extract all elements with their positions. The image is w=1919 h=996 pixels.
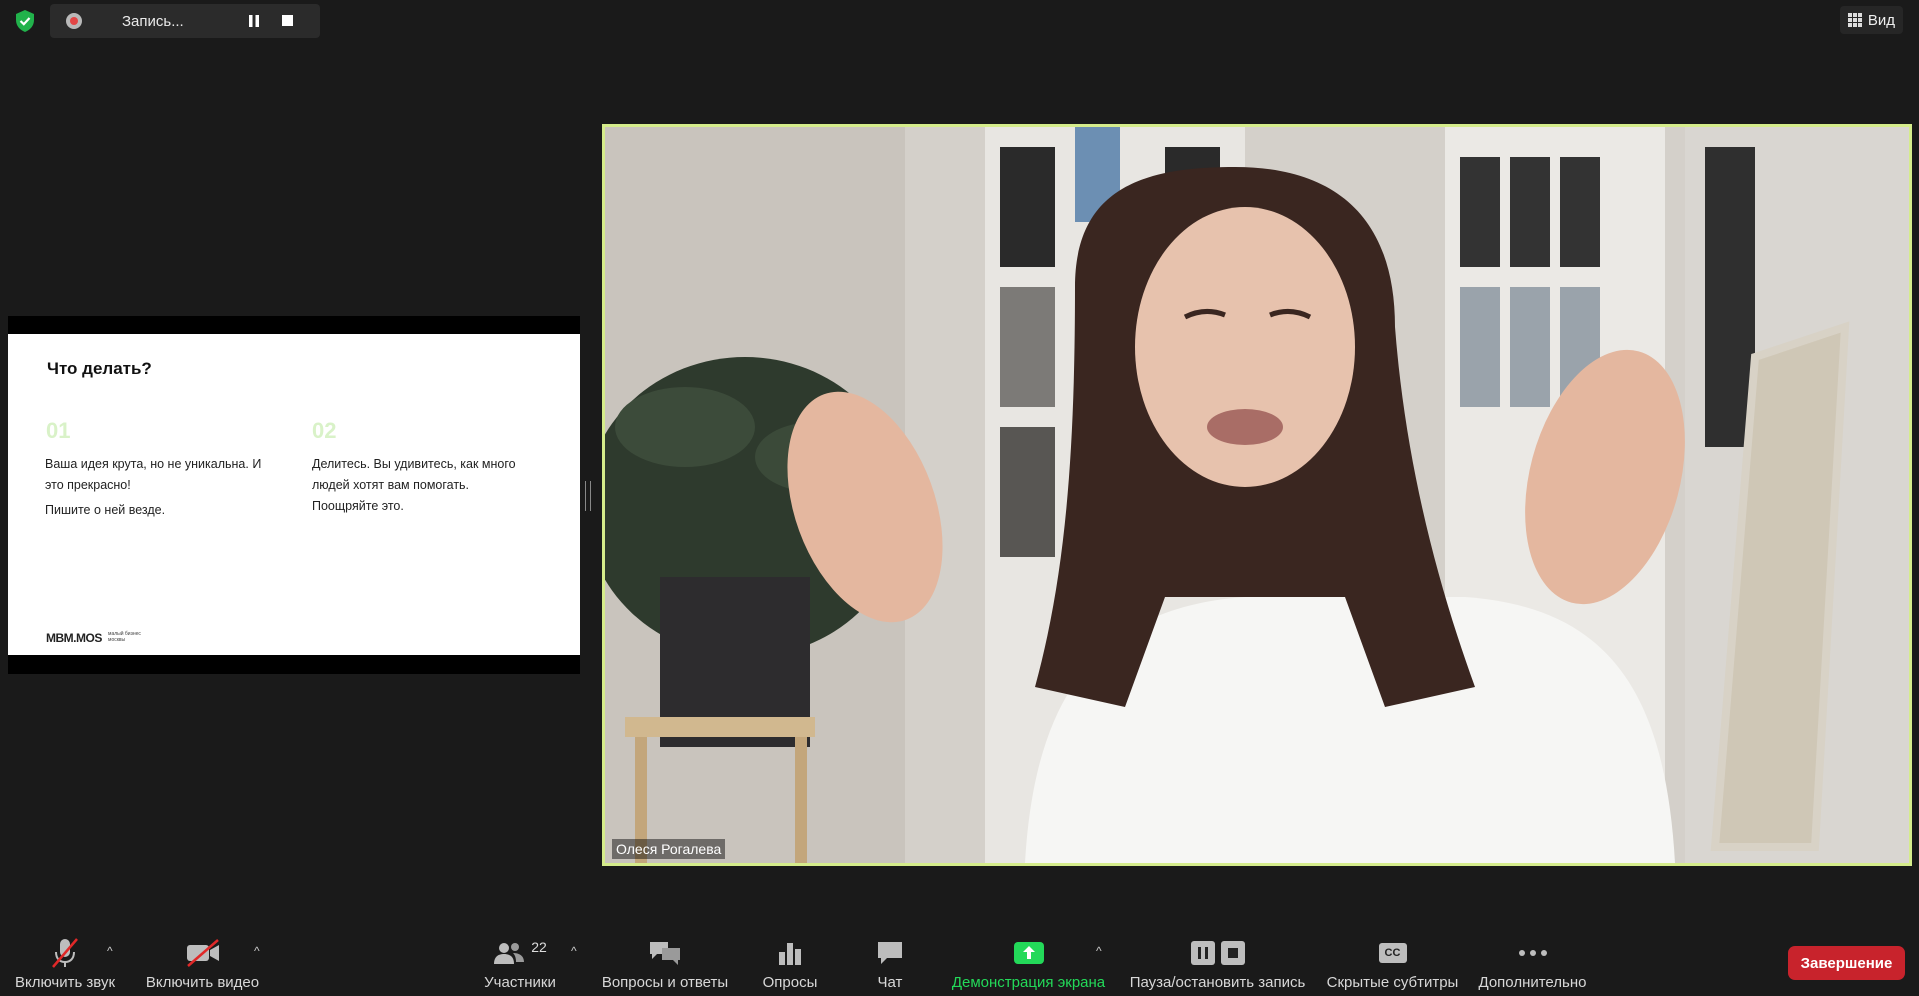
pause-stop-recording-label: Пауза/остановить запись [1129, 974, 1306, 991]
slide-col2-line1: Делитесь. Вы удивитесь, как много [312, 457, 516, 471]
share-screen-icon [1013, 936, 1045, 970]
captions-icon-box: CC [1378, 943, 1407, 963]
pause-icon [1190, 941, 1215, 965]
participants-icon-row: 22 [493, 936, 547, 970]
closed-captions-label: Скрытые субтитры [1326, 974, 1459, 991]
more-icon [1518, 936, 1548, 970]
participants-options-caret[interactable]: ^ [571, 944, 577, 958]
pause-stop-recording-button[interactable]: Пауза/остановить запись [1125, 936, 1310, 991]
stop-recording-button[interactable] [276, 9, 300, 33]
polls-label: Опросы [762, 974, 818, 991]
slide-col1-line2: это прекрасно! [45, 478, 131, 492]
grid-icon [1847, 13, 1862, 27]
speaker-video-frame [605, 127, 1909, 863]
participants-count: 22 [531, 939, 547, 955]
qa-icon [648, 936, 682, 970]
recording-indicator: Запись... [50, 4, 320, 38]
recording-label: Запись... [122, 12, 184, 30]
participants-label: Участники [484, 974, 556, 991]
slide-title: Что делать? [47, 359, 152, 378]
participants-button[interactable]: 22 Участники [470, 936, 570, 991]
security-shield-icon[interactable] [12, 8, 38, 34]
slide-col1-line3: Пишите о ней везде. [45, 503, 166, 517]
recording-controls-icon [1190, 936, 1245, 970]
slide-brand-logo: MBM.MOS [46, 631, 102, 645]
share-screen-label: Демонстрация экрана [951, 974, 1106, 991]
slide-brand-sub-line2: москвы [108, 637, 126, 643]
unmute-label: Включить звук [14, 974, 116, 991]
chat-button[interactable]: Чат [860, 936, 920, 991]
polls-button[interactable]: Опросы [750, 936, 830, 991]
chat-icon [876, 936, 904, 970]
microphone-muted-icon [50, 936, 80, 970]
polls-icon [777, 936, 803, 970]
more-label: Дополнительно [1478, 974, 1587, 991]
stop-icon [282, 15, 293, 26]
start-video-button[interactable]: Включить видео [140, 936, 265, 991]
participants-icon [494, 943, 525, 964]
slide-col2-line3: Поощряйте это. [312, 499, 404, 513]
captions-icon: CC [1378, 936, 1407, 970]
slide-col1-line1: Ваша идея крута, но не уникальна. И [45, 457, 262, 471]
end-meeting-button[interactable]: Завершение [1788, 946, 1905, 980]
unmute-button[interactable]: Включить звук [10, 936, 120, 991]
qa-label: Вопросы и ответы [601, 974, 729, 991]
share-options-caret[interactable]: ^ [1096, 944, 1102, 958]
closed-captions-button[interactable]: CC Скрытые субтитры [1325, 936, 1460, 991]
speaker-name-label: Олеся Рогалева [612, 839, 726, 859]
slide-col2-line2: людей хотят вам помогать. [312, 478, 470, 492]
slide-col2-number: 02 [312, 418, 337, 443]
view-label: Вид [1867, 11, 1895, 29]
stop-icon [1220, 941, 1245, 965]
share-screen-button[interactable]: Демонстрация экрана [946, 936, 1111, 991]
more-button[interactable]: Дополнительно [1475, 936, 1590, 991]
video-options-caret[interactable]: ^ [254, 944, 260, 958]
slide-brand-subtitle: малый бизнес москвы [108, 631, 141, 643]
view-button[interactable]: Вид [1839, 6, 1903, 34]
panel-splitter-handle[interactable] [585, 481, 591, 511]
pause-recording-button[interactable] [242, 9, 266, 33]
shared-slide: Что делать? 01 Ваша идея крута, но не ун… [8, 334, 580, 655]
active-speaker-video [602, 124, 1912, 866]
chat-label: Чат [877, 974, 903, 991]
audio-options-caret[interactable]: ^ [107, 944, 113, 958]
qa-button[interactable]: Вопросы и ответы [600, 936, 730, 991]
start-video-label: Включить видео [145, 974, 260, 991]
video-off-icon [185, 936, 221, 970]
slide-col1-number: 01 [46, 418, 71, 443]
recording-dot-icon [66, 13, 82, 29]
pause-icon [249, 15, 259, 27]
